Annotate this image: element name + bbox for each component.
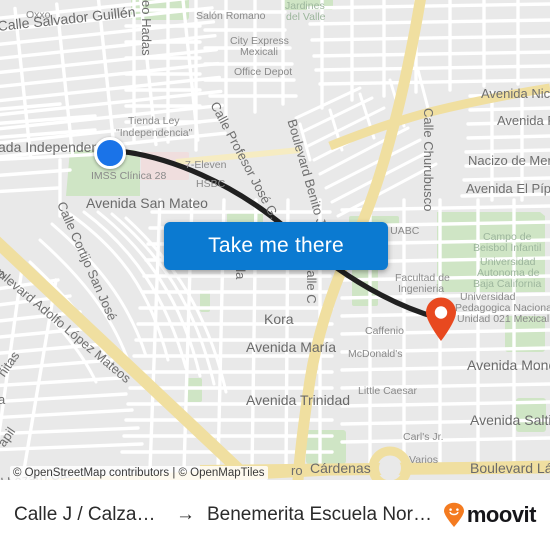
moovit-logo: moovit (441, 502, 537, 528)
moovit-map-screen: Oxxo Calle Salvador Guillén eo Hadas Salón … (0, 0, 550, 550)
moovit-pin-icon (443, 502, 464, 527)
moovit-wordmark: moovit (466, 502, 537, 527)
take-me-there-label: Take me there (208, 234, 344, 257)
take-me-there-button[interactable]: Take me there (164, 222, 388, 270)
map-canvas[interactable]: Oxxo Calle Salvador Guillén eo Hadas Salón … (0, 0, 550, 480)
trip-destination-label: Benemerita Escuela Normal Ur... (207, 504, 433, 525)
map-pin-icon (426, 297, 456, 341)
trip-footer-bar: Calle J / Calzada ... → Benemerita Escue… (0, 480, 550, 550)
trip-origin-label: Calle J / Calzada ... (14, 504, 164, 525)
destination-pin-marker[interactable] (424, 296, 458, 342)
map-attribution[interactable]: © OpenStreetMap contributors | © OpenMap… (10, 466, 268, 480)
arrow-right-icon: → (176, 504, 195, 525)
origin-dot-marker[interactable] (94, 137, 126, 169)
